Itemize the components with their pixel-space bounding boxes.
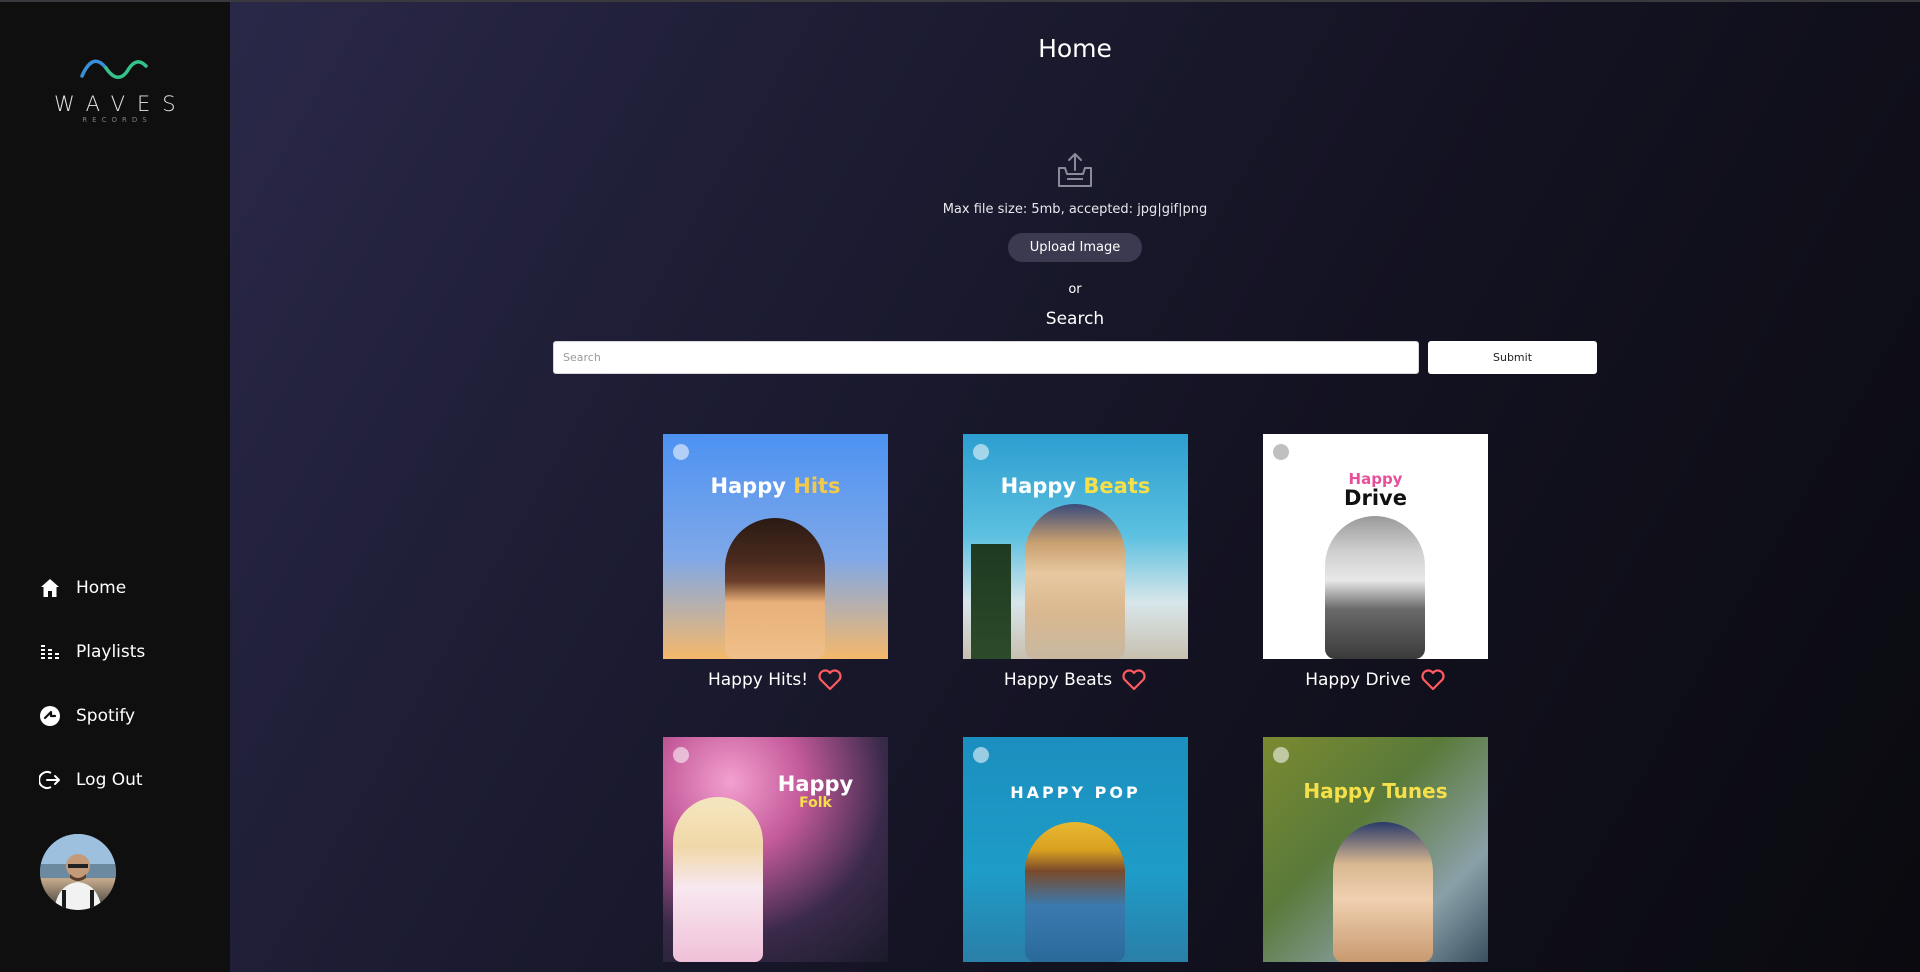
cover-title: Happy Tunes [1303,779,1448,803]
cover-title: Happy Beats [1000,474,1151,498]
heart-icon[interactable] [1121,668,1147,692]
playlist-cover[interactable]: HAPPY POP [963,737,1188,962]
playlist-cover[interactable]: Happy Hits [663,434,888,659]
user-avatar[interactable] [40,834,116,910]
heart-icon[interactable] [817,668,843,692]
sidebar-item-spotify[interactable]: Spotify [38,702,135,730]
cover-photo [1025,504,1125,659]
spotify-icon [1273,747,1289,763]
or-separator: or [1068,282,1082,297]
upload-tray-icon[interactable] [1055,150,1095,190]
playlist-cover[interactable]: Happy Tunes [1263,737,1488,962]
sidebar-item-logout[interactable]: Log Out [38,766,143,794]
spotify-icon [973,444,989,460]
playlist-name: Happy Hits! [707,670,809,690]
spotify-icon [973,747,989,763]
sidebar-item-label: Home [76,578,127,598]
spotify-icon [1273,444,1289,460]
playlist-card: Happy Beats Happy Beats [963,434,1188,691]
playlist-card: HAPPY POP [963,737,1188,962]
cover-title-line2: Drive [1344,486,1407,510]
search-heading: Search [1045,309,1105,329]
upload-hint: Max file size: 5mb, accepted: jpg|gif|pn… [942,202,1208,217]
cover-title: HAPPY POP [1010,783,1141,802]
sidebar-item-label: Playlists [76,642,146,662]
playlist-card: Happy Drive Happy Drive [1263,434,1488,691]
sidebar-item-label: Spotify [76,706,136,726]
home-icon [38,576,62,600]
cover-photo [1333,822,1433,962]
brand-name: WAVES [54,92,188,116]
sidebar-item-home[interactable]: Home [38,574,126,602]
playlist-card: Happy Hits Happy Hits! [663,434,888,691]
spotify-icon [38,704,62,728]
cover-title-line1: Happy [777,772,854,796]
brand-subtitle: RECORDS [82,116,152,124]
playlist-caption: Happy Hits! [663,668,888,692]
heart-icon[interactable] [1420,668,1446,692]
cover-photo [725,518,825,659]
sidebar: WAVES RECORDS Home Playlists Spotify Log… [0,2,230,972]
sidebar-item-label: Log Out [76,770,143,790]
spotify-icon [673,444,689,460]
brand-logo[interactable]: WAVES RECORDS [48,54,182,124]
cover-photo [1025,822,1125,962]
logout-icon [38,768,62,792]
avatar-photo-icon [40,834,116,910]
spotify-icon [673,747,689,763]
submit-button[interactable]: Submit [1428,341,1597,374]
wave-logo-icon [80,59,148,79]
palm-tree [971,544,1011,659]
cover-title: Happy Hits [710,474,841,498]
search-input[interactable] [553,341,1419,374]
sidebar-item-playlists[interactable]: Playlists [38,638,145,666]
upload-image-button[interactable]: Upload Image [1008,233,1142,262]
playlist-cover[interactable]: Happy Beats [963,434,1188,659]
playlist-cover[interactable]: Happy Drive [1263,434,1488,659]
cover-photo [1325,516,1425,659]
playlist-name: Happy Drive [1305,670,1411,690]
main-content: Home Max file size: 5mb, accepted: jpg|g… [230,2,1920,972]
playlist-cover[interactable]: Happy Folk [663,737,888,962]
equalizer-icon [38,640,62,664]
cover-photo [673,797,763,962]
playlist-caption: Happy Beats [963,668,1188,692]
playlist-caption: Happy Drive [1263,668,1488,692]
playlist-card: Happy Tunes [1263,737,1488,962]
playlist-card: Happy Folk [663,737,888,962]
page-title: Home [1038,34,1112,63]
playlist-name: Happy Beats [1003,670,1113,690]
